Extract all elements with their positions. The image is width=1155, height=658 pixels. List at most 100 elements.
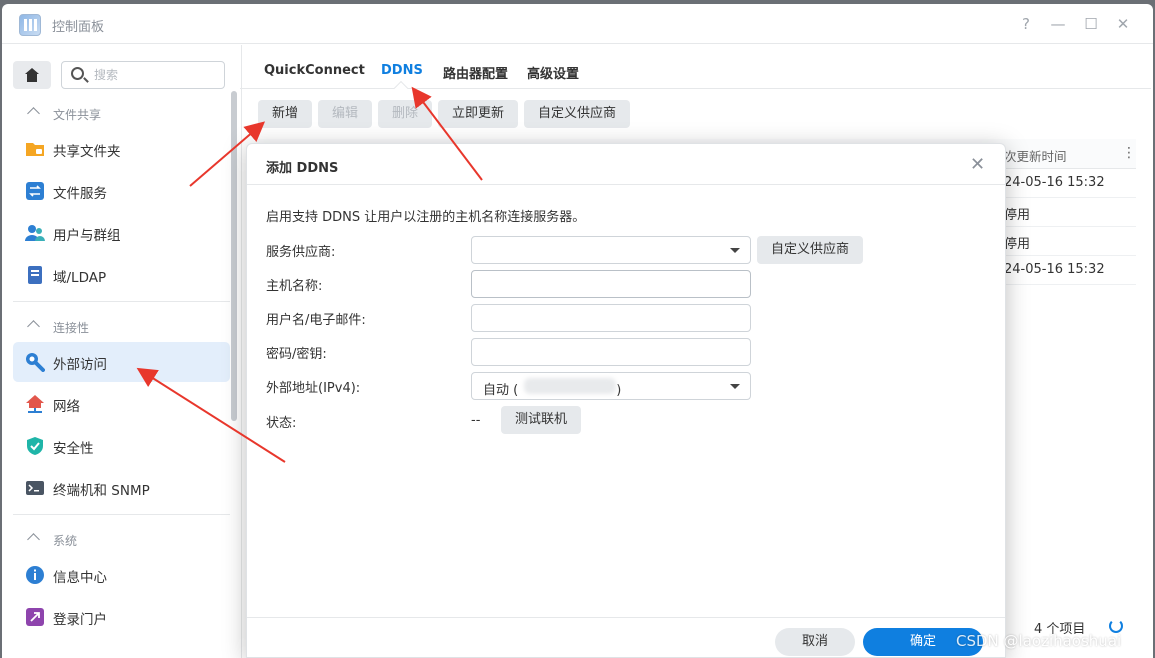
external-address-label: 外部地址(IPv4): bbox=[266, 381, 361, 396]
sidebar: 文件共享 共享文件夹 文件服务 用户与群组 域/LDAP 连接性 外部访问 bbox=[2, 45, 242, 658]
add-ddns-dialog: 添加 DDNS ✕ 启用支持 DDNS 让用户以注册的主机名称连接服务器。 服务… bbox=[246, 143, 1006, 658]
section-connectivity[interactable]: 连接性 bbox=[2, 313, 230, 341]
hostname-label: 主机名称: bbox=[266, 279, 323, 294]
table-cell: 停用 bbox=[1004, 237, 1031, 252]
sidebar-item-users[interactable]: 用户与群组 bbox=[13, 213, 230, 253]
window-title: 控制面板 bbox=[52, 20, 105, 35]
column-menu-icon[interactable]: ⋮ bbox=[1122, 145, 1136, 161]
chevron-up-icon bbox=[27, 320, 40, 333]
sidebar-item-terminal-snmp[interactable]: 终端机和 SNMP bbox=[13, 468, 230, 508]
chevron-up-icon bbox=[27, 533, 40, 546]
users-icon bbox=[25, 225, 45, 241]
cancel-button[interactable]: 取消 bbox=[775, 628, 855, 656]
chevron-down-icon bbox=[730, 248, 740, 253]
tab-router-config[interactable]: 路由器配置 bbox=[443, 63, 508, 82]
tab-divider bbox=[240, 88, 1151, 89]
external-address-select[interactable]: 自动 () bbox=[471, 372, 751, 400]
section-label: 连接性 bbox=[53, 321, 90, 335]
sidebar-item-label: 网络 bbox=[53, 399, 80, 415]
password-label: 密码/密钥: bbox=[266, 347, 327, 362]
refresh-icon[interactable] bbox=[1109, 619, 1123, 633]
dialog-description: 启用支持 DDNS 让用户以注册的主机名称连接服务器。 bbox=[266, 210, 586, 225]
edit-button[interactable]: 编辑 bbox=[318, 100, 372, 128]
dialog-close-icon[interactable]: ✕ bbox=[970, 154, 985, 175]
hostname-input[interactable] bbox=[471, 270, 751, 298]
active-tab-indicator bbox=[393, 80, 409, 96]
sidebar-item-label: 文件服务 bbox=[53, 186, 107, 202]
chevron-down-icon bbox=[730, 384, 740, 389]
provider-label: 服务供应商: bbox=[266, 245, 336, 260]
divider bbox=[247, 184, 1005, 185]
sidebar-item-security[interactable]: 安全性 bbox=[13, 426, 230, 466]
section-label: 系统 bbox=[53, 534, 78, 548]
section-label: 文件共享 bbox=[53, 108, 102, 122]
tab-quickconnect[interactable]: QuickConnect bbox=[264, 63, 365, 78]
dialog-title: 添加 DDNS bbox=[266, 161, 339, 176]
title-bar: 控制面板 ? — ☐ ✕ bbox=[2, 4, 1153, 44]
login-portal-icon bbox=[26, 608, 44, 626]
username-input[interactable] bbox=[471, 304, 751, 332]
sidebar-item-label: 安全性 bbox=[53, 441, 94, 457]
sidebar-item-label: 用户与群组 bbox=[53, 228, 121, 244]
column-header-last-update[interactable]: 次更新时间 bbox=[1004, 146, 1067, 165]
sidebar-item-label: 外部访问 bbox=[53, 357, 107, 373]
provider-select[interactable] bbox=[471, 236, 751, 264]
home-icon bbox=[25, 68, 39, 82]
external-access-icon bbox=[26, 353, 45, 372]
info-icon bbox=[26, 566, 44, 584]
sidebar-item-label: 登录门户 bbox=[53, 612, 107, 628]
status-label: 状态: bbox=[266, 416, 297, 431]
home-button[interactable] bbox=[13, 61, 51, 89]
status-value: -- bbox=[471, 413, 481, 428]
username-label: 用户名/电子邮件: bbox=[266, 313, 366, 328]
terminal-icon bbox=[26, 481, 44, 495]
table-cell: 24-05-16 15:32 bbox=[1004, 175, 1105, 190]
sidebar-item-external-access[interactable]: 外部访问 bbox=[13, 342, 230, 382]
sidebar-item-file-services[interactable]: 文件服务 bbox=[13, 171, 230, 211]
table-cell: 停用 bbox=[1004, 208, 1031, 223]
close-icon[interactable]: ✕ bbox=[1113, 14, 1133, 34]
control-panel-app-icon bbox=[19, 14, 41, 36]
test-connection-button[interactable]: 测试联机 bbox=[501, 406, 581, 434]
sidebar-item-label: 共享文件夹 bbox=[53, 144, 121, 160]
tab-ddns[interactable]: DDNS bbox=[381, 63, 423, 78]
sidebar-item-label: 域/LDAP bbox=[53, 270, 107, 286]
section-system[interactable]: 系统 bbox=[2, 526, 230, 554]
domain-icon bbox=[28, 266, 42, 284]
sidebar-item-network[interactable]: 网络 bbox=[13, 384, 230, 424]
search-icon bbox=[71, 67, 84, 80]
divider bbox=[247, 617, 1005, 618]
password-input[interactable] bbox=[471, 338, 751, 366]
external-address-suffix: ) bbox=[616, 383, 622, 398]
sidebar-item-label: 信息中心 bbox=[53, 570, 107, 586]
sidebar-item-domain-ldap[interactable]: 域/LDAP bbox=[13, 255, 230, 295]
section-file-sharing[interactable]: 文件共享 bbox=[2, 100, 230, 128]
search-box[interactable] bbox=[61, 61, 225, 89]
redaction-blur bbox=[524, 378, 616, 394]
add-button[interactable]: 新增 bbox=[258, 100, 312, 128]
sidebar-item-shared-folder[interactable]: 共享文件夹 bbox=[13, 129, 230, 169]
sidebar-scrollbar[interactable] bbox=[231, 91, 237, 421]
watermark: CSDN @laozihaoshuai bbox=[956, 632, 1122, 650]
sidebar-item-info-center[interactable]: 信息中心 bbox=[13, 555, 230, 595]
network-icon bbox=[26, 395, 44, 413]
file-services-icon bbox=[26, 182, 44, 200]
update-now-button[interactable]: 立即更新 bbox=[438, 100, 518, 128]
tab-advanced-settings[interactable]: 高级设置 bbox=[527, 63, 579, 82]
sidebar-item-login-portal[interactable]: 登录门户 bbox=[13, 597, 230, 637]
delete-button[interactable]: 删除 bbox=[378, 100, 432, 128]
minimize-icon[interactable]: — bbox=[1048, 14, 1068, 34]
external-address-prefix: 自动 ( bbox=[483, 383, 519, 398]
chevron-up-icon bbox=[27, 107, 40, 120]
security-shield-icon bbox=[27, 437, 43, 455]
help-icon[interactable]: ? bbox=[1016, 14, 1036, 34]
table-cell: 24-05-16 15:32 bbox=[1004, 262, 1105, 277]
divider bbox=[13, 301, 230, 302]
sidebar-item-label: 终端机和 SNMP bbox=[53, 483, 150, 499]
maximize-icon[interactable]: ☐ bbox=[1081, 14, 1101, 34]
search-input[interactable] bbox=[94, 62, 219, 88]
divider bbox=[13, 514, 230, 515]
custom-provider-dialog-button[interactable]: 自定义供应商 bbox=[757, 236, 863, 264]
shared-folder-icon bbox=[26, 143, 44, 156]
custom-provider-button[interactable]: 自定义供应商 bbox=[524, 100, 630, 128]
